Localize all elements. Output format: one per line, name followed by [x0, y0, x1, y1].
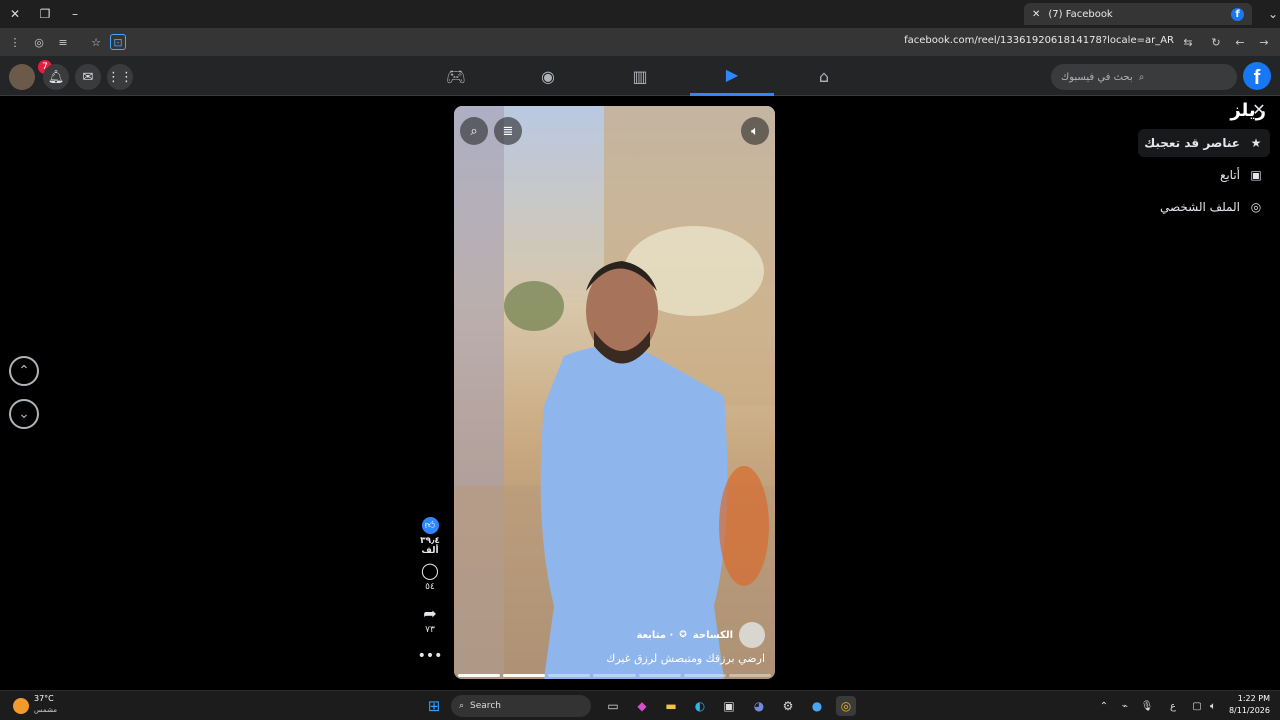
facebook-header: 7 🔔︎ ✉︎ ⋮⋮ 🎮︎ ◉ ▥ ▶ ⌂ ⌕ بحث في فيسبوك f — [0, 56, 1280, 96]
comments-count: ٥٤ — [425, 582, 435, 592]
nav-reels-icon[interactable]: ▶ — [690, 56, 774, 96]
weather-desc: مشمس — [34, 706, 57, 714]
clock-time[interactable]: 1:22 PM — [1222, 694, 1270, 703]
window-restore-button[interactable]: ❐ — [30, 0, 60, 28]
url-field[interactable]: facebook.com/reel/1336192061814178?local… — [904, 35, 1174, 46]
share-action[interactable]: ➦ ٧٣ — [410, 604, 450, 635]
clock-date[interactable]: 8/11/2026 — [1222, 706, 1270, 715]
tab-list-chevron-icon[interactable]: ⌄ — [1258, 0, 1280, 28]
reel-video-player[interactable]: ⌕ ≣ 🔈︎ الكساحة ✪ · متابعة ارضي برزقك ومت… — [454, 106, 775, 679]
sidebar-item-profile[interactable]: ◎ الملف الشخصي — [1154, 193, 1270, 221]
search-placeholder: بحث في فيسبوك — [1061, 71, 1133, 83]
verified-badge-icon: ✪ — [679, 630, 687, 640]
reel-progress-bar[interactable] — [458, 674, 771, 677]
volume-icon[interactable]: 🔈︎ — [741, 117, 769, 145]
weather-temp: 37°C — [34, 694, 54, 703]
shares-count: ٧٣ — [425, 625, 435, 635]
sidebar-item-label: الملف الشخصي — [1160, 200, 1240, 214]
search-icon[interactable]: ⌕ — [460, 117, 488, 145]
nav-home-icon[interactable]: ⌂ — [782, 56, 866, 96]
menu-grid-icon[interactable]: ⋮⋮ — [107, 64, 133, 90]
share-icon[interactable]: ➦ — [410, 604, 450, 623]
like-action[interactable]: 👍︎ ٣٩٫٤ ألف — [410, 517, 450, 556]
sidebar-item-label: أتابع — [1219, 168, 1240, 182]
nav-gaming-icon[interactable]: 🎮︎ — [414, 56, 498, 96]
sidebar-item-following[interactable]: ▣ أتابع — [1214, 161, 1270, 189]
comment-icon[interactable]: ◯ — [410, 561, 450, 580]
search-icon: ⌕ — [1138, 71, 1145, 83]
nav-groups-icon[interactable]: ◉ — [506, 56, 590, 96]
window-minimize-button[interactable]: – — [60, 0, 90, 28]
network-icon[interactable]: ⌁ — [1115, 696, 1135, 716]
next-reel-button[interactable]: ⌄ — [9, 399, 39, 429]
close-icon[interactable]: ✕ — [1250, 100, 1268, 119]
chrome-icon[interactable]: ◎ — [836, 696, 856, 716]
site-settings-icon[interactable]: ⇆ — [1180, 34, 1196, 50]
forward-icon[interactable]: → — [1256, 34, 1272, 50]
reel-caption: ارضي برزقك ومتبصش لرزق غيرك — [606, 652, 765, 665]
app-icon[interactable]: ⚙ — [778, 696, 798, 716]
microphone-icon[interactable]: 🎙︎ — [1137, 696, 1157, 716]
author-avatar[interactable] — [739, 622, 765, 648]
messaging-app-icon[interactable]: ● — [807, 696, 827, 716]
account-avatar[interactable] — [9, 64, 35, 90]
edge-browser-icon[interactable]: ◐ — [690, 696, 710, 716]
bookmark-star-icon[interactable]: ☆ — [88, 34, 104, 50]
browser-menu-icon[interactable]: ⋮ — [7, 34, 23, 50]
facebook-logo[interactable]: f — [1243, 62, 1271, 90]
windows-taskbar: 37°C مشمس ⊞ ⌕ Search ▭ ◆ ▬ ◐ ▣ ◕ ⚙ ● ◎ ⌃… — [0, 690, 1280, 720]
notifications-bell-icon[interactable]: 🔔︎ — [43, 64, 69, 90]
profile-icon[interactable]: ◎ — [31, 34, 47, 50]
speaker-icon[interactable]: 🔈︎ — [1203, 696, 1223, 716]
profile-icon: ◎ — [1250, 200, 1262, 214]
search-input[interactable]: ⌕ بحث في فيسبوك — [1051, 64, 1237, 90]
sidebar-item-for-you[interactable]: ★ عناصر قد تعجبك — [1138, 129, 1270, 157]
star-icon: ★ — [1250, 136, 1262, 150]
copilot-icon[interactable]: ◆ — [632, 696, 652, 716]
comment-action[interactable]: ◯ ٥٤ — [410, 561, 450, 592]
reading-list-icon[interactable]: ≡ — [55, 34, 71, 50]
reel-author-row: الكساحة ✪ · متابعة — [636, 622, 765, 648]
tray-expand-chevron-icon[interactable]: ⌃ — [1094, 696, 1114, 716]
likes-count: ٣٩٫٤ ألف — [420, 536, 440, 556]
weather-icon[interactable] — [13, 698, 29, 714]
messenger-icon[interactable]: ✉︎ — [75, 64, 101, 90]
facebook-favicon-icon: f — [1231, 7, 1244, 21]
playlist-icon[interactable]: ≣ — [494, 117, 522, 145]
windows-start-icon[interactable]: ⊞ — [424, 696, 444, 716]
window-close-button[interactable]: ✕ — [0, 0, 30, 28]
sidebar-item-label: عناصر قد تعجبك — [1144, 136, 1240, 150]
follow-button[interactable]: · متابعة — [636, 630, 673, 641]
search-icon: ⌕ — [459, 701, 465, 711]
tab-close-icon[interactable]: ✕ — [1032, 9, 1040, 20]
address-bar: ⋮ ◎ ≡ ☆ ⊡ facebook.com/reel/133619206181… — [0, 28, 1280, 56]
author-name[interactable]: الكساحة — [693, 630, 733, 641]
back-icon[interactable]: ← — [1232, 34, 1248, 50]
reload-icon[interactable]: ↻ — [1208, 34, 1224, 50]
input-language[interactable]: ع — [1163, 696, 1183, 716]
discord-icon[interactable]: ◕ — [749, 696, 769, 716]
nav-marketplace-icon[interactable]: ▥ — [598, 56, 682, 96]
previous-reel-button[interactable]: ⌃ — [9, 356, 39, 386]
browser-tab-bar: ✕ ❐ – + ✕ (7) Facebook f ⌄ — [0, 0, 1280, 28]
taskbar-search-label: Search — [470, 701, 501, 711]
file-explorer-icon[interactable]: ▬ — [661, 696, 681, 716]
task-view-icon[interactable]: ▭ — [603, 696, 623, 716]
more-options-icon[interactable]: ••• — [410, 648, 450, 664]
browser-tab[interactable]: ✕ (7) Facebook f — [1024, 3, 1252, 25]
following-icon: ▣ — [1250, 168, 1262, 182]
tab-title: (7) Facebook — [1048, 8, 1113, 20]
reel-video-frame — [454, 106, 775, 679]
store-icon[interactable]: ▣ — [719, 696, 739, 716]
extension-icon[interactable]: ⊡ — [110, 34, 126, 50]
taskbar-search-input[interactable]: ⌕ Search — [451, 695, 591, 717]
like-thumb-icon[interactable]: 👍︎ — [421, 517, 439, 534]
